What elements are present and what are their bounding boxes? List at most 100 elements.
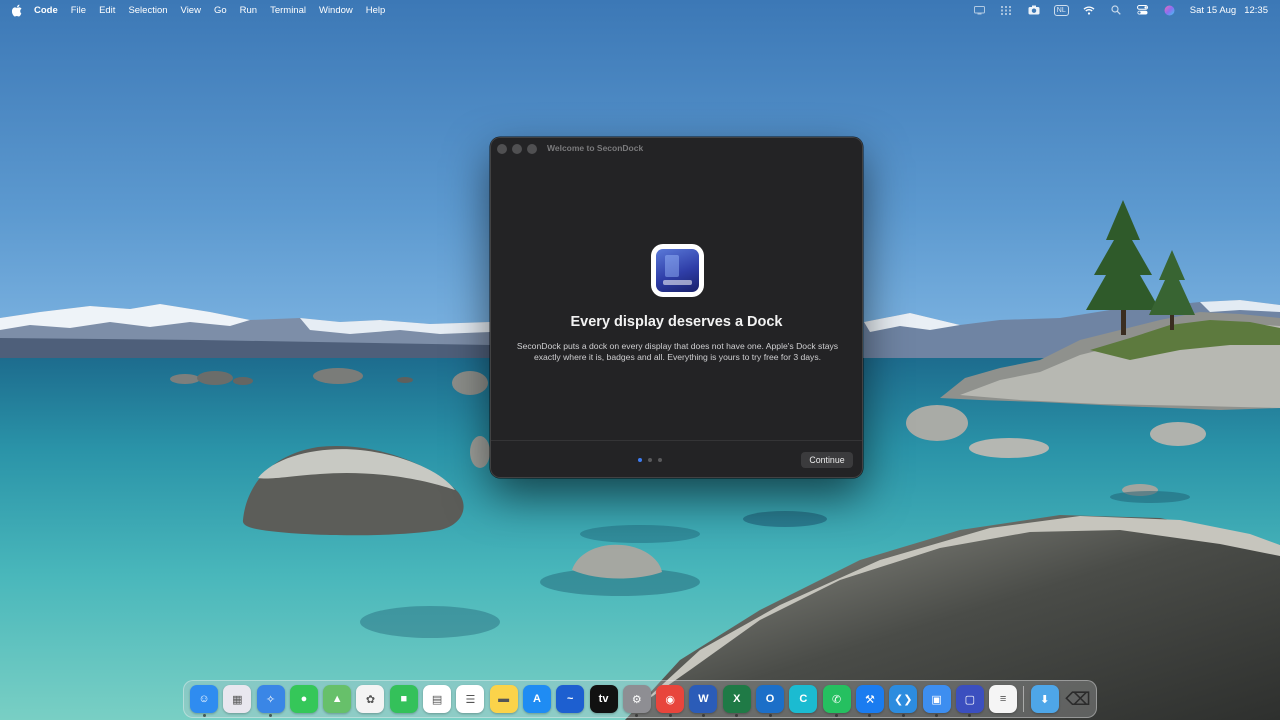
canva-glyph: C (799, 693, 808, 705)
menu-file[interactable]: File (71, 5, 86, 16)
dock-preview-icon[interactable]: ▣ (922, 685, 951, 717)
dock-outlook-icon[interactable]: O (756, 685, 785, 717)
menu-view[interactable]: View (181, 5, 201, 16)
continue-button[interactable]: Continue (801, 452, 853, 468)
dock-app-store-icon[interactable]: A (522, 685, 551, 713)
dock-freeform-icon[interactable]: ~ (556, 685, 585, 713)
messages-glyph: ● (300, 693, 308, 705)
running-indicator (735, 714, 739, 717)
dock-textedit-icon[interactable]: ≡ (989, 685, 1018, 713)
notes-glyph: ▬ (498, 693, 510, 705)
welcome-headline: Every display deserves a Dock (570, 314, 783, 330)
welcome-window: Welcome to SeconDock Every display deser… (490, 137, 863, 478)
menu-window[interactable]: Window (319, 5, 353, 16)
clock-date: Sat 15 Aug (1189, 4, 1237, 16)
search-icon[interactable] (1109, 3, 1123, 17)
dock-excel-icon[interactable]: X (722, 685, 751, 717)
running-indicator (868, 714, 872, 717)
menu-help[interactable]: Help (366, 5, 386, 16)
dock-vscode-icon[interactable]: ❮❯ (889, 685, 918, 717)
xcode-glyph: ⚒ (865, 693, 875, 706)
menu-clock[interactable]: Sat 15 Aug 12:35 (1190, 5, 1268, 16)
trash-glyph: ⌫ (1065, 688, 1091, 709)
freeform-glyph: ~ (567, 693, 574, 705)
window-titlebar[interactable]: Welcome to SeconDock (491, 138, 862, 160)
running-indicator (269, 714, 273, 717)
minimize-window-button[interactable] (512, 144, 522, 154)
dock-separator (1023, 686, 1025, 712)
footer-divider (491, 440, 862, 441)
dock-photos-icon[interactable]: ✿ (356, 685, 385, 713)
launchpad-glyph: ▦ (232, 693, 243, 706)
running-indicator (901, 714, 905, 717)
excel-glyph: X (733, 693, 741, 705)
clock-time: 12:35 (1244, 4, 1268, 16)
camera-icon[interactable] (1027, 3, 1041, 17)
menu-app-name[interactable]: Code (34, 5, 58, 16)
dock-messages-icon[interactable]: ● (289, 685, 318, 713)
vscode-glyph: ❮❯ (894, 693, 913, 706)
apple-menu-icon[interactable] (12, 3, 24, 17)
dock-secondock-icon[interactable]: ▢ (955, 685, 984, 717)
page-dot-2[interactable] (648, 458, 652, 462)
dock-apple-tv-icon[interactable]: tv (589, 685, 618, 713)
word-glyph: W (698, 693, 709, 705)
secondock-glyph: ▢ (964, 693, 976, 706)
preview-glyph: ▣ (931, 693, 942, 706)
running-indicator (202, 714, 206, 717)
page-indicator (638, 458, 662, 462)
facetime-glyph: ■ (400, 693, 408, 705)
textedit-glyph: ≡ (999, 693, 1007, 705)
dock-reminders-icon[interactable]: ☰ (456, 685, 485, 713)
safari-glyph: ✧ (265, 693, 276, 706)
keyboard-layout-indicator[interactable]: NL (1053, 4, 1069, 16)
app-store-glyph: A (532, 693, 541, 705)
dock-trash-icon[interactable]: ⌫ (1064, 685, 1092, 713)
chrome-glyph: ◉ (665, 693, 675, 706)
menu-bar: Code File Edit Selection View Go Run Ter… (0, 0, 1280, 20)
dock-system-settings-icon[interactable]: ⚙ (622, 685, 651, 717)
running-indicator (768, 714, 772, 717)
calendar-glyph: ▤ (431, 693, 443, 706)
dock-finder-icon[interactable]: ☺ (190, 685, 218, 717)
close-window-button[interactable] (497, 144, 507, 154)
menu-terminal[interactable]: Terminal (270, 5, 306, 16)
dock-xcode-icon[interactable]: ⚒ (855, 685, 884, 717)
dock: ☺ ▦ ✧ ● ▲ ✿ ■ ▤ ☰ ▬ A ~ tv ⚙ ◉ W X O C ✆ ⚒ ❮❯ ▣ ▢ ≡ ⬇ ⌫ (183, 680, 1097, 718)
secondock-app-icon (651, 244, 704, 297)
grid-icon[interactable] (1000, 3, 1014, 17)
menu-run[interactable]: Run (240, 5, 257, 16)
maps-glyph: ▲ (331, 693, 343, 705)
control-center-icon[interactable] (1136, 3, 1150, 17)
running-indicator (635, 714, 639, 717)
outlook-glyph: O (765, 693, 775, 705)
dock-canva-icon[interactable]: C (789, 685, 818, 713)
finder-glyph: ☺ (198, 693, 210, 705)
page-dot-1[interactable] (638, 458, 642, 462)
menu-edit[interactable]: Edit (99, 5, 115, 16)
dock-chrome-icon[interactable]: ◉ (656, 685, 685, 717)
zoom-window-button[interactable] (527, 144, 537, 154)
dock-downloads-folder-icon[interactable]: ⬇ (1030, 685, 1059, 713)
dock-facetime-icon[interactable]: ■ (389, 685, 418, 713)
siri-icon[interactable] (1163, 3, 1177, 17)
running-indicator (968, 714, 972, 717)
apple-tv-glyph: tv (598, 693, 609, 705)
whatsapp-glyph: ✆ (832, 693, 842, 706)
downloads-folder-glyph: ⬇ (1040, 693, 1050, 706)
dock-notes-icon[interactable]: ▬ (489, 685, 518, 713)
page-dot-3[interactable] (658, 458, 662, 462)
dock-word-icon[interactable]: W (689, 685, 718, 717)
wifi-icon[interactable] (1082, 3, 1096, 17)
dock-safari-icon[interactable]: ✧ (256, 685, 285, 717)
display-icon[interactable] (973, 3, 987, 17)
menu-go[interactable]: Go (214, 5, 227, 16)
menu-selection[interactable]: Selection (128, 5, 167, 16)
dock-maps-icon[interactable]: ▲ (323, 685, 352, 713)
system-settings-glyph: ⚙ (631, 693, 642, 706)
reminders-glyph: ☰ (465, 693, 476, 706)
running-indicator (935, 714, 939, 717)
dock-whatsapp-icon[interactable]: ✆ (822, 685, 851, 717)
dock-calendar-icon[interactable]: ▤ (423, 685, 452, 713)
dock-launchpad-icon[interactable]: ▦ (223, 685, 252, 713)
